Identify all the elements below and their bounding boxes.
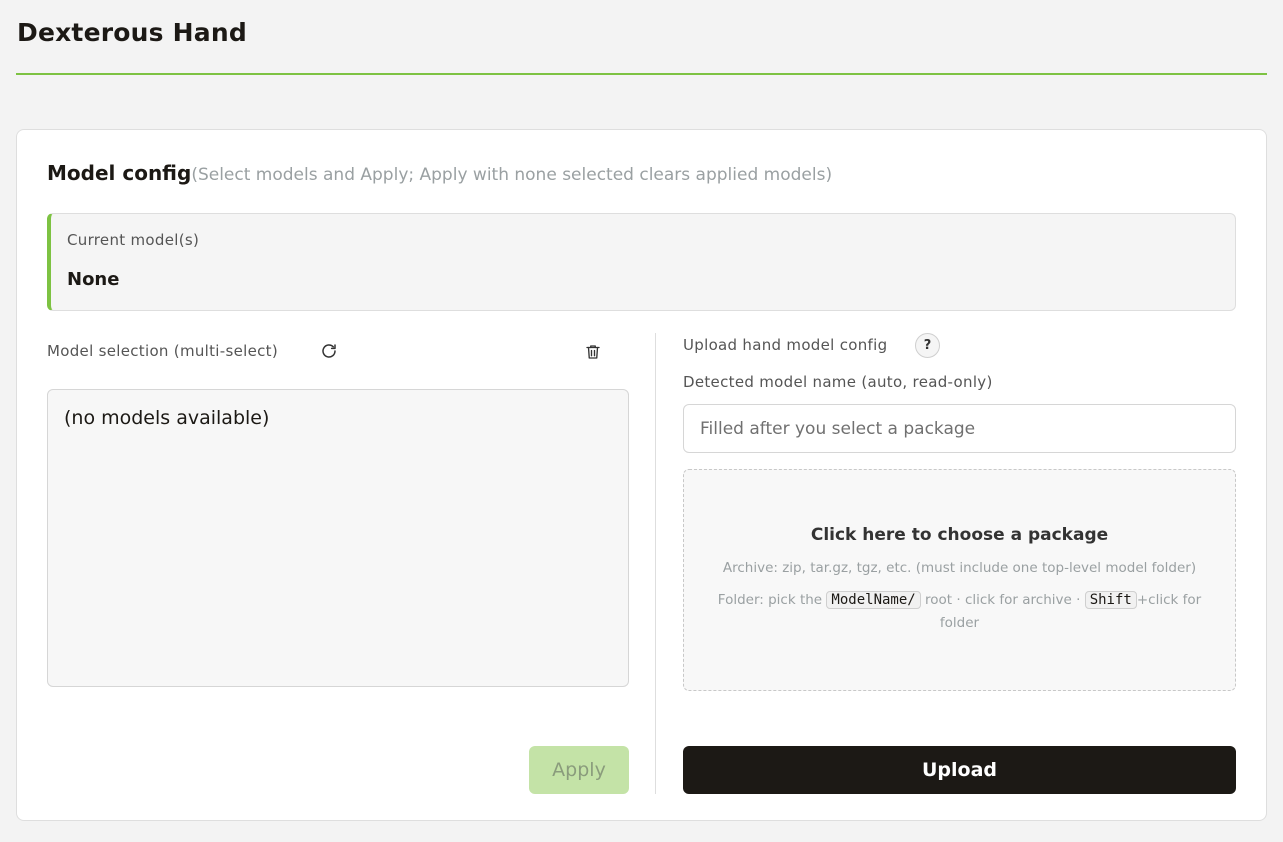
shift-key: Shift (1084, 591, 1137, 609)
dropzone-folder-hint: Folder: pick the ModelName/ root · click… (700, 589, 1219, 635)
folder-hint-mid: root · click for archive · (925, 592, 1081, 608)
model-selection-label: Model selection (multi-select) (47, 342, 279, 360)
model-list[interactable]: (no models available) (47, 389, 629, 687)
model-selection-column: Model selection (multi-select) (no model… (47, 333, 629, 794)
upload-button[interactable]: Upload (683, 746, 1236, 794)
package-dropzone[interactable]: Click here to choose a package Archive: … (683, 469, 1236, 691)
upload-config-label: Upload hand model config (683, 336, 888, 354)
detected-name-input[interactable] (683, 404, 1236, 453)
upload-column: Upload hand model config ? Detected mode… (683, 333, 1237, 794)
model-name-code: ModelName/ (826, 591, 921, 609)
current-models-value: None (67, 269, 120, 290)
current-models-label: Current model(s) (67, 231, 200, 249)
model-list-empty: (no models available) (64, 407, 270, 429)
folder-hint-prefix: Folder: pick the (717, 592, 823, 608)
trash-icon[interactable] (581, 340, 605, 364)
dropzone-archive-hint: Archive: zip, tar.gz, tgz, etc. (must in… (722, 560, 1197, 576)
detected-name-label: Detected model name (auto, read-only) (683, 373, 993, 391)
section-title-hint: (Select models and Apply; Apply with non… (191, 165, 833, 185)
current-models-panel: Current model(s) None (47, 213, 1236, 311)
help-button[interactable]: ? (915, 333, 940, 358)
apply-button[interactable]: Apply (529, 746, 629, 794)
page-title: Dexterous Hand (17, 18, 247, 47)
section-title: Model config(Select models and Apply; Ap… (47, 161, 832, 185)
dropzone-title: Click here to choose a package (810, 525, 1109, 545)
refresh-icon[interactable] (317, 339, 341, 363)
section-title-main: Model config (47, 161, 192, 185)
column-divider (655, 333, 656, 794)
page-header: Dexterous Hand (16, 0, 1267, 75)
model-config-card: Model config(Select models and Apply; Ap… (16, 129, 1267, 821)
